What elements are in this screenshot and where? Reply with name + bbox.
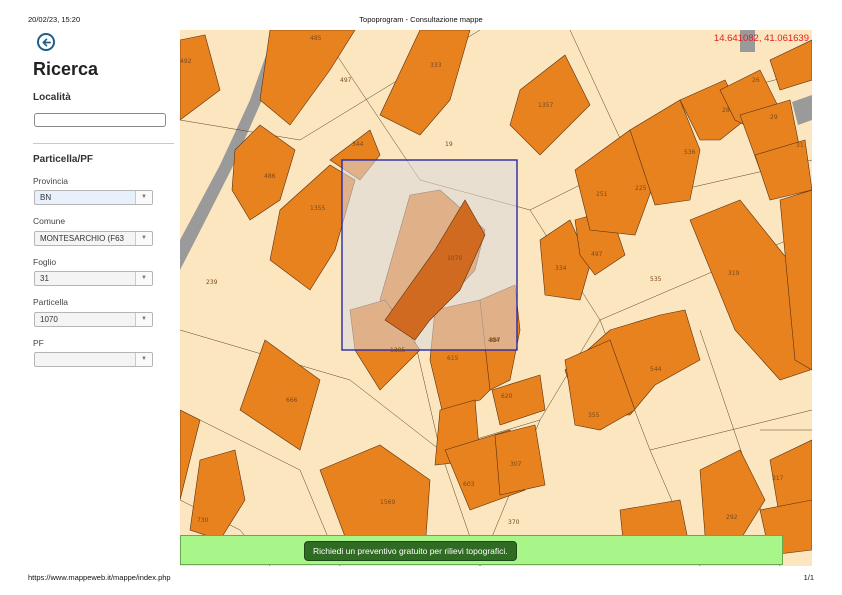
foglio-label: Foglio [33,257,57,267]
road [792,95,812,125]
foglio-select[interactable]: 31 ▼ [34,271,153,286]
parcel-label: 615 [447,355,459,362]
divider [33,143,174,144]
arrow-left-circle-icon [41,37,51,47]
parcel-label: 344 [352,141,364,148]
chevron-down-icon: ▼ [135,353,152,366]
provincia-value: BN [40,193,52,202]
page-title: Ricerca [33,59,99,79]
parcel-label: 333 [430,62,442,69]
parcel-label: 535 [650,276,662,283]
parcel-label: 666 [286,397,298,404]
building [494,424,546,496]
parcel-label: 1385 [390,347,405,354]
parcel-label: 319 [728,270,740,277]
page-number: 1/1 [803,573,814,582]
search-sidebar: Ricerca Località Particella/PF Provincia… [28,30,178,566]
pf-select[interactable]: ▼ [34,352,153,367]
page-url: https://www.mappeweb.it/mappe/index.php [28,573,171,582]
particella-value: 1070 [40,315,58,324]
parcel-label: 1357 [538,102,553,109]
provincia-label: Provincia [33,176,68,186]
parcel-label: 334 [555,265,567,272]
quote-request-button[interactable]: Richiedi un preventivo gratuito per rili… [304,541,517,561]
parcel-label: 492 [180,58,192,65]
building [379,30,471,136]
pf-label: PF [33,338,44,348]
parcel-label: 292 [726,514,738,521]
parcel-label: 497 [591,251,603,258]
parcel-label: 26 [752,77,760,84]
chevron-down-icon: ▼ [135,272,152,285]
chevron-down-icon: ▼ [135,232,152,245]
parcel-label: 485 [310,35,322,42]
localita-label: Località [33,92,71,103]
parcel-label: 370 [508,519,520,526]
cadastral-map[interactable]: 485 492 497 333 1357 19 344 486 1355 107… [180,30,812,566]
parcel-label: 19 [445,141,453,148]
parcel-label: 1569 [380,499,395,506]
comune-label: Comune [33,216,66,226]
parcel-label: 29 [770,114,778,121]
building [699,449,766,541]
parcel-label: 317 [772,475,784,482]
promo-banner: Richiedi un preventivo gratuito per rili… [180,535,783,565]
map-canvas[interactable]: 485 492 497 333 1357 19 344 486 1355 107… [180,30,812,566]
foglio-value: 31 [40,274,49,283]
parcel-label: 497 [340,77,352,84]
parcel-label: 307 [510,461,522,468]
localita-input[interactable] [34,113,166,127]
parcel-label: 251 [596,191,608,198]
particella-label: Particella [33,297,68,307]
building [180,34,221,121]
selected-parcel-area [342,160,517,350]
provincia-select[interactable]: BN ▼ [34,190,153,205]
parcel-label: 620 [501,393,513,400]
coordinates-readout: 14.641082, 41.061639 [713,33,809,44]
print-title: Topoprogram - Consultazione mappe [359,15,483,24]
particella-select[interactable]: 1070 ▼ [34,312,153,327]
parcel-label: 31 [796,142,804,149]
parcel-label: 1070 [447,255,462,262]
parcel-label: 355 [588,412,600,419]
chevron-down-icon: ▼ [135,313,152,326]
parcel-label: 730 [197,517,209,524]
parcel-label: 603 [463,481,475,488]
print-header: 20/02/23, 15:20 Topoprogram - Consultazi… [0,0,842,26]
building [769,39,812,91]
back-button[interactable] [37,33,55,51]
parcel-label: 225 [635,185,647,192]
building [189,449,246,541]
parcel-label: 28 [722,107,730,114]
parcel-label: 544 [650,366,662,373]
parcel-label: 486 [264,173,276,180]
comune-value: MONTESARCHIO (F63 [40,234,125,243]
parcel-label: 387 [489,337,501,344]
particella-section-title: Particella/PF [33,154,94,165]
parcel-label: 239 [206,279,218,286]
building [239,339,321,451]
parcel-label: 1355 [310,205,325,212]
parcel-label: 536 [684,149,696,156]
comune-select[interactable]: MONTESARCHIO (F63 ▼ [34,231,153,246]
chevron-down-icon: ▼ [135,191,152,204]
